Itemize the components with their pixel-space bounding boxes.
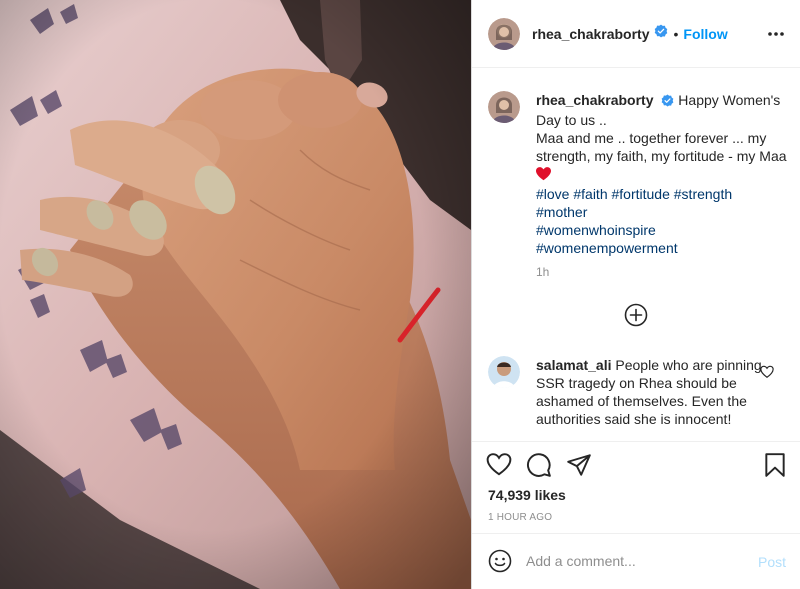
heart-outline-icon[interactable] [486,452,512,478]
hashtag-link[interactable]: #love [536,186,569,202]
follow-button[interactable]: Follow [683,26,727,42]
holding-hands-image [0,0,471,589]
caption-text: rhea_chakraborty Happy Women's Day to us… [536,91,788,257]
speech-bubble-icon[interactable] [526,452,552,478]
commenter-avatar[interactable] [488,356,520,388]
comment-item: salamat_ali People who are pinning SSR t… [488,356,788,428]
header-separator: • [673,25,679,42]
hashtag-link[interactable]: #womenwhoinspire [536,222,656,238]
red-heart-icon [536,167,551,185]
likes-count[interactable]: 74,939 likes [488,487,566,503]
avatar[interactable] [488,17,520,50]
post-comment-button[interactable]: Post [758,554,786,570]
hashtag-link[interactable]: #mother [536,204,587,220]
comment-text: salamat_ali People who are pinning SSR t… [536,356,766,428]
caption-username[interactable]: rhea_chakraborty [536,92,654,108]
actions-divider [472,441,800,442]
paper-plane-icon[interactable] [566,452,592,478]
verified-badge-icon [654,24,668,43]
comment-input[interactable] [526,549,736,573]
post-timestamp[interactable]: 1 HOUR AGO [488,512,552,523]
caption: rhea_chakraborty Happy Women's Day to us… [488,91,788,257]
caption-line-2: Maa and me .. together forever ... my st… [536,130,787,164]
hashtag-link[interactable]: #fortitude [612,186,670,202]
header-username[interactable]: rhea_chakraborty [532,26,650,42]
bookmark-icon[interactable] [762,452,788,478]
comment-like-heart-icon[interactable] [760,365,774,379]
post-side-panel: rhea_chakraborty • Follow rhea_chakrabor… [472,0,800,589]
more-options-icon[interactable] [766,24,786,44]
smiley-icon[interactable] [488,549,512,573]
post-photo[interactable] [0,0,471,589]
hashtag-link[interactable]: #strength [674,186,732,202]
post-header: rhea_chakraborty • Follow [472,0,800,68]
comment-composer: Post [472,534,800,589]
hashtag-link[interactable]: #womenempowerment [536,240,678,256]
action-bar [472,450,800,482]
caption-timestamp[interactable]: 1h [536,265,549,279]
hashtag-link[interactable]: #faith [573,186,607,202]
verified-badge-icon [661,93,674,111]
plus-circle-icon[interactable] [624,303,648,327]
comments-list[interactable]: rhea_chakraborty Happy Women's Day to us… [472,69,800,441]
caption-avatar[interactable] [488,91,520,123]
commenter-username[interactable]: salamat_ali [536,357,612,373]
